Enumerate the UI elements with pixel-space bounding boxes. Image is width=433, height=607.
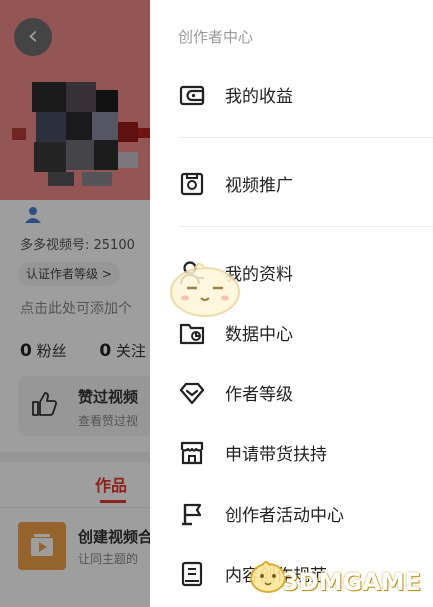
menu-item-label: 数据中心 xyxy=(225,325,293,345)
document-icon xyxy=(181,561,203,587)
watermark-mascot-icon xyxy=(170,263,240,317)
wallet-icon xyxy=(179,85,205,106)
drawer-title: 创作者中心 xyxy=(178,28,254,46)
menu-divider xyxy=(178,226,433,227)
store-icon xyxy=(180,441,204,465)
watermark-text: 3DMGAME xyxy=(282,568,422,596)
menu-item-label: 视频推广 xyxy=(225,176,293,196)
menu-item-video-promotion[interactable]: 视频推广 xyxy=(150,159,433,209)
menu-item-label: 我的收益 xyxy=(225,87,293,107)
menu-divider xyxy=(178,137,433,138)
menu-item-commerce-support[interactable]: 申请带货扶持 xyxy=(150,428,433,478)
menu-item-author-level[interactable]: 作者等级 xyxy=(150,368,433,418)
menu-item-label: 申请带货扶持 xyxy=(225,445,327,465)
menu-item-label: 作者等级 xyxy=(225,385,293,405)
level-heart-icon xyxy=(179,382,205,405)
flag-icon xyxy=(182,503,202,526)
data-folder-icon xyxy=(179,323,205,345)
promo-icon xyxy=(180,172,204,196)
menu-item-creator-events[interactable]: 创作者活动中心 xyxy=(150,489,433,539)
menu-item-label: 创作者活动中心 xyxy=(225,506,344,526)
menu-item-earnings[interactable]: 我的收益 xyxy=(150,70,433,120)
